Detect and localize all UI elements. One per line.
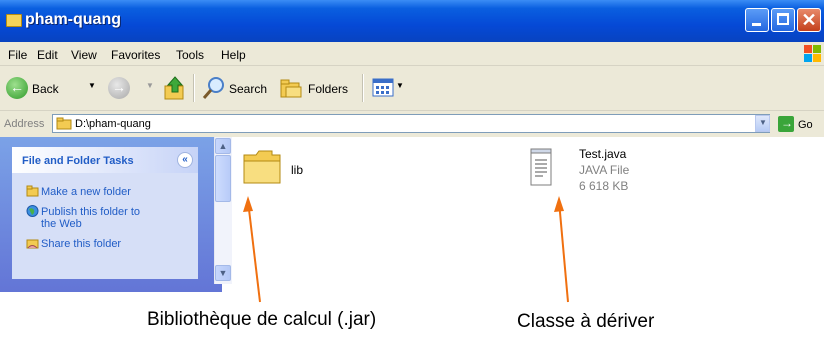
arrow-to-test-java (558, 200, 569, 303)
annotation-arrows (243, 196, 569, 303)
callout-class: Classe à dériver (517, 311, 655, 332)
arrowhead-test-java (554, 196, 564, 212)
callout-library: Bibliothèque de calcul (.jar) (147, 309, 377, 330)
arrowhead-lib (243, 196, 253, 212)
arrow-to-lib (247, 200, 261, 303)
